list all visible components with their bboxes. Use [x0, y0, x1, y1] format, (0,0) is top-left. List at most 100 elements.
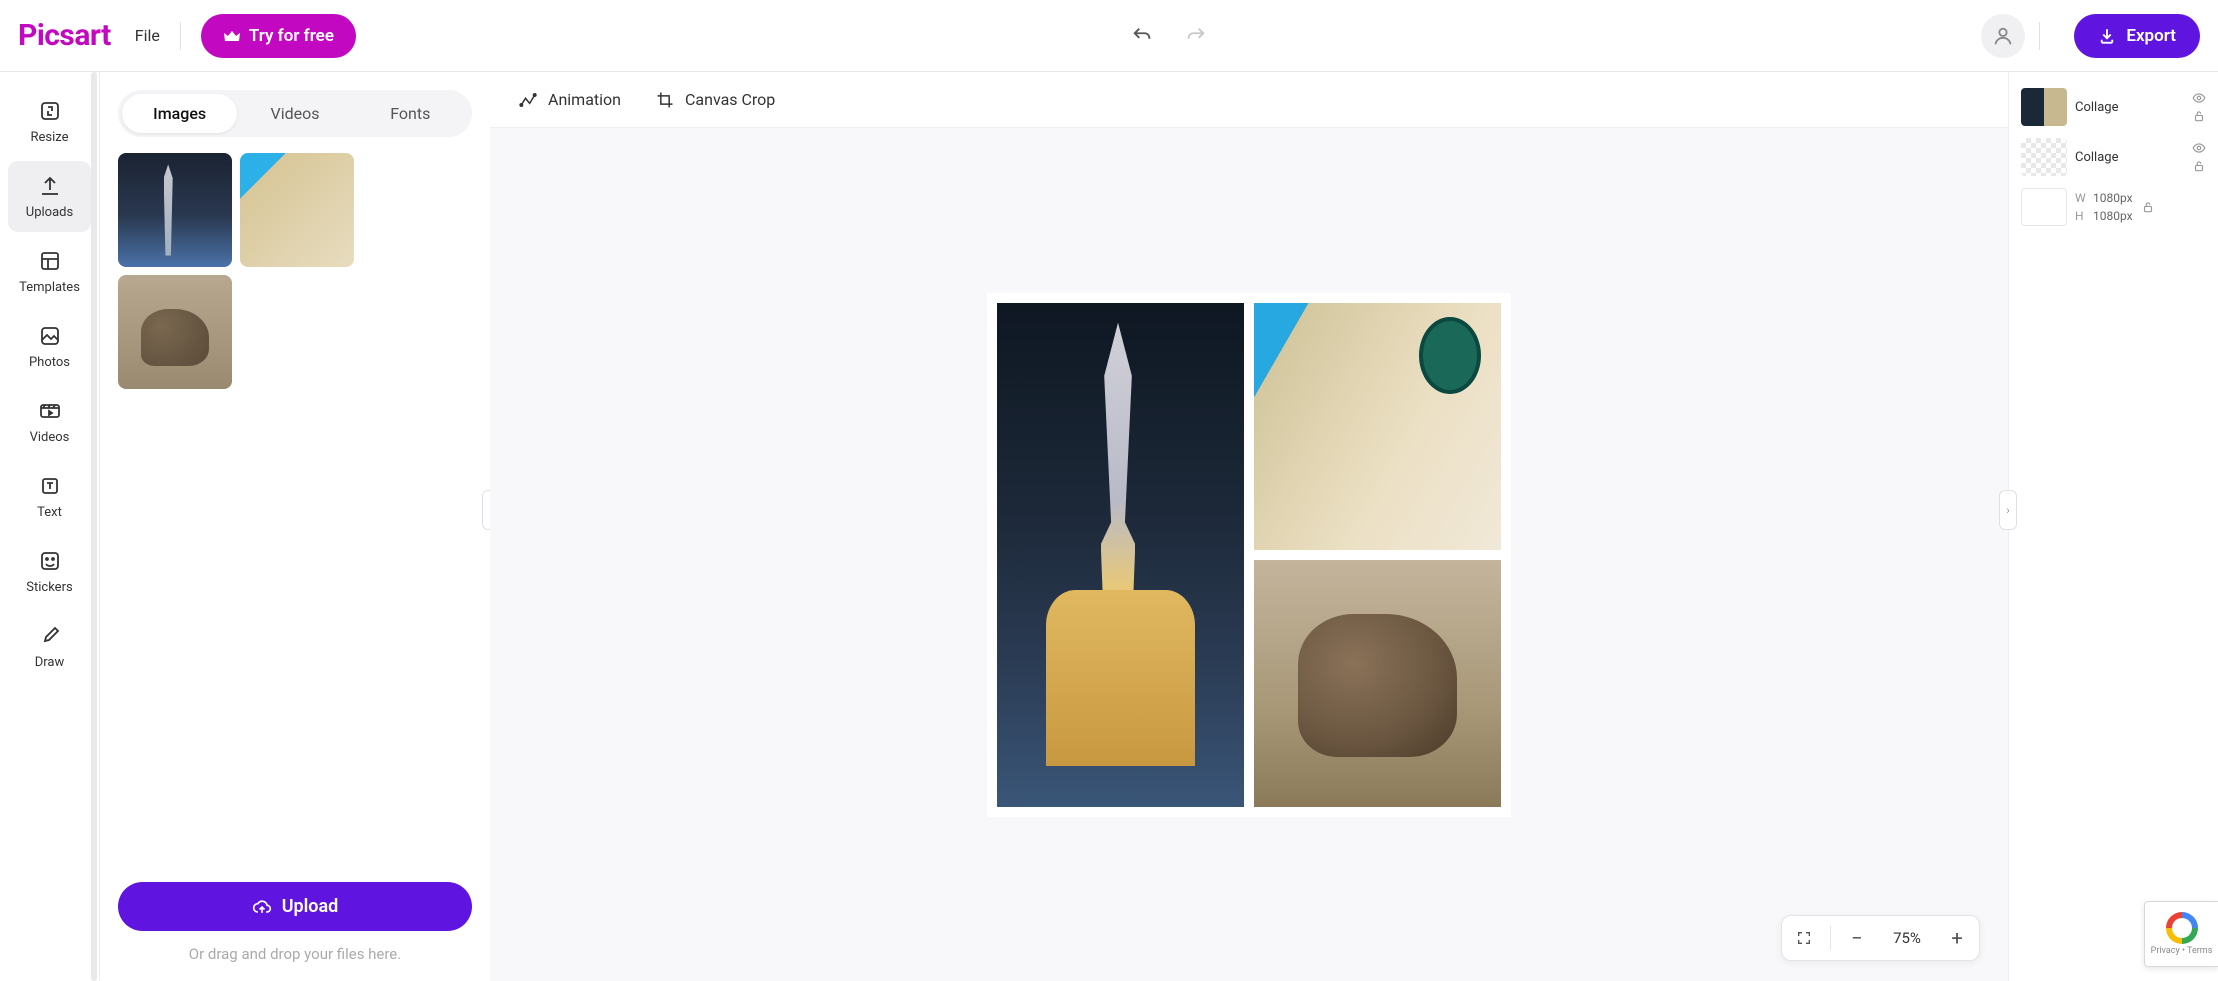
canvas-height: 1080px [2093, 209, 2133, 223]
tool-label: Photos [29, 355, 70, 370]
collage-image[interactable] [1254, 560, 1501, 807]
cloud-upload-icon [252, 897, 272, 917]
tab-images[interactable]: Images [122, 94, 237, 133]
recaptcha-text: Privacy • Terms [2151, 946, 2213, 956]
layer-thumbnail [2021, 188, 2067, 226]
layer-row[interactable]: W1080px H1080px [2017, 182, 2210, 232]
upload-label: Upload [282, 896, 339, 917]
tool-videos[interactable]: Videos [8, 386, 91, 457]
upload-icon [37, 173, 63, 199]
tool-label: Templates [19, 280, 80, 295]
collage-canvas[interactable] [987, 293, 1511, 817]
layer-controls [2192, 91, 2206, 123]
recaptcha-badge[interactable]: Privacy • Terms [2144, 901, 2218, 967]
drag-drop-hint: Or drag and drop your files here. [118, 945, 472, 963]
tool-draw[interactable]: Draw [8, 611, 91, 682]
zoom-in-button[interactable]: + [1939, 920, 1975, 956]
canvas-viewport[interactable] [490, 128, 2008, 981]
collage-image[interactable] [997, 303, 1244, 807]
templates-icon [37, 248, 63, 274]
tool-label: Text [37, 505, 62, 520]
text-icon [37, 473, 63, 499]
fit-screen-button[interactable] [1786, 920, 1822, 956]
layers-panel: › Collage Collage W1080px H1080px [2008, 72, 2218, 981]
user-account-button[interactable] [1981, 14, 2025, 58]
animation-icon [518, 90, 538, 110]
minus-icon: − [1851, 926, 1862, 950]
upload-button[interactable]: Upload [118, 882, 472, 931]
photos-icon [37, 323, 63, 349]
canvas-toolbar: Animation Canvas Crop [490, 72, 2008, 128]
redo-button[interactable] [1183, 23, 1209, 49]
lock-icon[interactable] [2141, 200, 2155, 214]
export-button[interactable]: Export [2074, 14, 2200, 58]
export-label: Export [2126, 26, 2176, 46]
canvas-area: Animation Canvas Crop − 75% [490, 72, 2008, 981]
tool-resize[interactable]: Resize [8, 86, 91, 157]
undo-button[interactable] [1129, 23, 1155, 49]
uploads-tabs: Images Videos Fonts [118, 90, 472, 137]
tool-text[interactable]: Text [8, 461, 91, 532]
layer-controls [2192, 141, 2206, 173]
tool-stickers[interactable]: Stickers [8, 536, 91, 607]
upload-thumb[interactable] [240, 153, 354, 267]
uploads-footer: Upload Or drag and drop your files here. [118, 882, 472, 963]
collage-image[interactable] [1254, 303, 1501, 550]
collapse-panel-right-button[interactable]: › [1999, 490, 2017, 530]
download-icon [2098, 27, 2116, 45]
layer-row[interactable]: Collage [2017, 132, 2210, 182]
tab-videos[interactable]: Videos [237, 94, 352, 133]
canvas-crop-tool[interactable]: Canvas Crop [655, 90, 775, 110]
divider [1830, 926, 1831, 950]
zoom-out-button[interactable]: − [1839, 920, 1875, 956]
animation-tool[interactable]: Animation [518, 90, 621, 110]
brush-icon [37, 623, 63, 649]
layer-name: Collage [2075, 150, 2184, 165]
tool-label: Draw [35, 655, 65, 670]
animation-label: Animation [548, 90, 621, 109]
try-for-free-button[interactable]: Try for free [201, 14, 356, 58]
crop-icon [655, 90, 675, 110]
lock-icon[interactable] [2192, 159, 2206, 173]
crown-icon [223, 29, 241, 43]
tool-uploads[interactable]: Uploads [8, 161, 91, 232]
chevron-right-icon: › [2006, 504, 2009, 517]
upload-thumb[interactable] [118, 153, 232, 267]
resize-icon [37, 98, 63, 124]
tool-label: Uploads [26, 205, 73, 220]
canvas-width: 1080px [2093, 191, 2133, 205]
visibility-icon[interactable] [2192, 91, 2206, 105]
file-menu[interactable]: File [135, 26, 160, 45]
app-header: Picsart File Try for free Export [0, 0, 2218, 72]
tab-fonts[interactable]: Fonts [353, 94, 468, 133]
divider [180, 22, 181, 50]
crop-label: Canvas Crop [685, 90, 775, 109]
plus-icon: + [1951, 926, 1962, 950]
zoom-value[interactable]: 75% [1879, 929, 1935, 947]
layer-controls [2141, 200, 2155, 214]
layer-thumbnail [2021, 138, 2067, 176]
picsart-logo[interactable]: Picsart [18, 18, 111, 53]
history-controls [356, 23, 1981, 49]
upload-thumbnails [118, 153, 472, 389]
tool-label: Stickers [26, 580, 72, 595]
tool-templates[interactable]: Templates [8, 236, 91, 307]
zoom-controls: − 75% + [1781, 915, 1980, 961]
stickers-icon [37, 548, 63, 574]
divider [2039, 22, 2040, 50]
videos-icon [37, 398, 63, 424]
lock-icon[interactable] [2192, 109, 2206, 123]
visibility-icon[interactable] [2192, 141, 2206, 155]
layer-row[interactable]: Collage [2017, 82, 2210, 132]
expand-icon [1796, 930, 1812, 946]
tool-label: Resize [30, 130, 68, 145]
tool-rail: Resize Uploads Templates Photos Videos T… [0, 72, 100, 981]
tool-photos[interactable]: Photos [8, 311, 91, 382]
header-right: Export [1981, 14, 2200, 58]
layer-thumbnail [2021, 88, 2067, 126]
upload-thumb[interactable] [118, 275, 232, 389]
height-label: H [2075, 207, 2089, 225]
recaptcha-icon [2166, 912, 2198, 944]
tool-label: Videos [30, 430, 70, 445]
try-free-label: Try for free [249, 26, 334, 46]
